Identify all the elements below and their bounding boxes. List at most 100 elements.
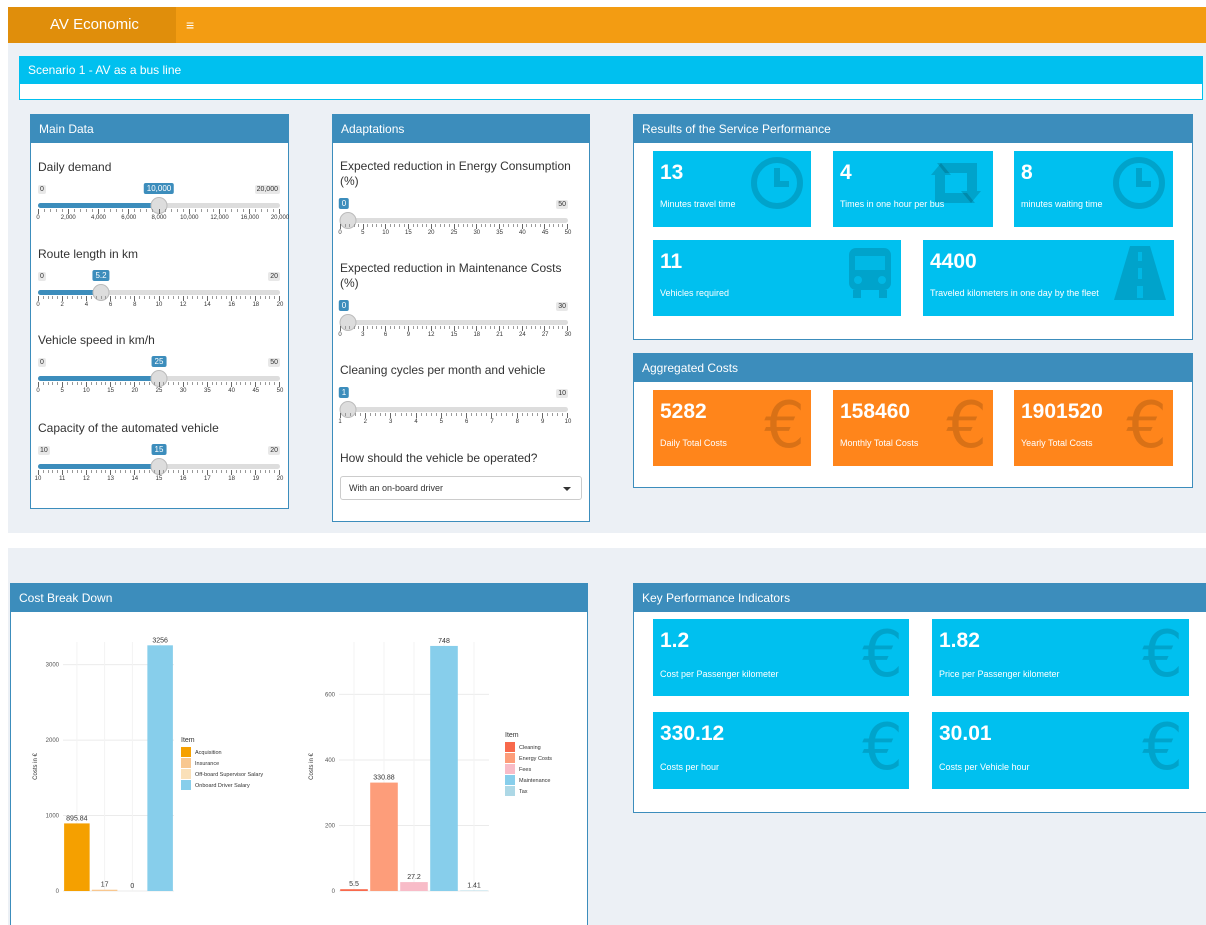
slider-tick <box>235 470 237 473</box>
slider[interactable]: 0 20,000 10,000 0 2,000 4,000 6,000 8,000 10,000… <box>36 183 289 245</box>
sidebar-toggle-button[interactable]: ≡ <box>186 7 210 43</box>
slider-tick <box>76 470 78 473</box>
slider-tick <box>182 296 184 301</box>
slider-track[interactable] <box>340 218 568 223</box>
slider-tick <box>100 296 102 299</box>
bar-data-label: 0 <box>130 883 134 890</box>
slider-tick <box>224 209 226 212</box>
slider-tick <box>168 296 170 299</box>
slider-tick <box>526 326 528 329</box>
slider-min-label: 0 <box>38 185 46 194</box>
slider-tick <box>426 326 428 329</box>
bar-data-label: 330.88 <box>373 775 395 782</box>
value-box-icon: € <box>862 716 903 780</box>
slider-tick <box>340 413 341 418</box>
slider-tick <box>158 209 160 214</box>
slider-tick <box>66 382 68 385</box>
legend-swatch <box>181 758 191 768</box>
slider-tick <box>71 382 73 385</box>
slider-tick <box>95 296 97 299</box>
road-icon <box>1114 246 1166 300</box>
slider-min-label: 10 <box>38 446 50 455</box>
slider[interactable]: 10 20 15 10 11 12 13 14 15 16 17 18 19 20 <box>35 444 283 506</box>
slider-tick <box>212 209 214 212</box>
value-box-number: 1.2 <box>660 629 690 652</box>
slider-tick <box>172 470 174 473</box>
slider-tick <box>176 209 178 212</box>
slider[interactable]: 0 50 25 0 5 10 15 20 25 30 35 40 45 50 <box>36 356 283 418</box>
slider-tick <box>158 470 160 475</box>
slider-tick-label: 30 <box>473 230 481 236</box>
main-data-box: Main Data Daily demand 0 20,000 10,000 0 2,00… <box>30 114 289 509</box>
slider-track[interactable] <box>38 290 280 295</box>
slider-tick <box>350 413 352 416</box>
cost-breakdown-charts: 0100020003000Costs in €895.8417 03256Item… <box>33 637 552 895</box>
slider-tick-label: 25 <box>450 230 458 236</box>
slider-tick <box>539 224 541 227</box>
slider-tick <box>440 413 442 418</box>
slider-tick-label: 16 <box>228 302 235 308</box>
slider-tick <box>152 209 154 212</box>
slider-tick-label: 40 <box>228 388 235 394</box>
slider-tick <box>435 224 437 227</box>
slider[interactable]: 10 1 1 2 3 4 5 6 7 8 9 10 <box>338 387 571 449</box>
slider-tick <box>192 470 194 473</box>
value-box: €1.82 Price per Passenger kilometer <box>932 619 1189 696</box>
legend-label: Maintenance <box>519 778 551 784</box>
slider-max-label: 20,000 <box>254 185 280 194</box>
slider-tick-label: 6,000 <box>121 215 137 221</box>
slider-tick <box>187 382 189 385</box>
slider-tick <box>367 326 369 329</box>
value-box-icon: € <box>862 623 903 687</box>
slider-tick <box>557 326 559 329</box>
slider-tick-label: 9 <box>540 419 545 425</box>
slider-tick <box>80 209 82 212</box>
slider-tick <box>172 296 174 299</box>
slider-tick-label: 5 <box>60 388 64 394</box>
slider-tick <box>494 326 496 329</box>
value-box: €30.01 Costs per Vehicle hour <box>932 712 1189 789</box>
chevron-down-icon <box>563 487 571 491</box>
slider-tick <box>187 296 189 299</box>
value-box-number: 330.12 <box>660 722 725 745</box>
slider-label: Expected reduction in Maintenance Costs … <box>340 261 562 290</box>
slider-track[interactable] <box>340 407 568 412</box>
slider-value-label: 5.2 <box>92 270 110 281</box>
bar-data-label: 17 <box>101 882 109 889</box>
slider-tick <box>512 224 514 227</box>
slider-tick <box>250 470 252 473</box>
slider[interactable]: 50 0 0 5 10 15 20 25 30 35 40 45 50 <box>338 198 571 260</box>
adaptations-box: Adaptations Expected reduction in Energy… <box>332 114 590 522</box>
slider-tick <box>562 224 564 227</box>
slider-tick <box>353 224 355 227</box>
slider-tick <box>211 470 213 473</box>
slider-tick-label: 11 <box>59 476 66 482</box>
slider-tick <box>260 209 262 212</box>
slider-tick <box>526 224 528 227</box>
slider-tick <box>430 413 432 416</box>
slider-tick <box>52 470 54 473</box>
slider-tick <box>44 209 46 212</box>
euro-icon: € <box>1142 712 1183 785</box>
slider-tick <box>92 209 94 212</box>
aggregated-costs-title: Aggregated Costs <box>634 354 1192 382</box>
operation-select[interactable]: With an on-board driver <box>340 476 582 500</box>
slider-tick <box>389 224 391 227</box>
slider-tick <box>471 326 473 329</box>
slider-tick <box>158 382 160 387</box>
slider-tick <box>52 296 54 299</box>
slider-track[interactable] <box>340 320 568 325</box>
app-title[interactable]: AV Economic <box>8 7 176 43</box>
value-box-icon: € <box>946 394 987 458</box>
slider-tick <box>340 326 341 331</box>
slider[interactable]: 0 20 5.2 0 2 4 6 8 10 12 14 16 18 20 <box>36 270 283 332</box>
slider-tick-label: 0 <box>36 388 40 394</box>
slider-tick <box>412 224 414 227</box>
slider-tick <box>134 296 136 301</box>
slider-fill <box>38 203 159 208</box>
slider-tick <box>516 413 518 418</box>
slider-max-label: 50 <box>268 358 280 367</box>
slider-tick <box>144 382 146 385</box>
slider-tick <box>182 209 184 212</box>
slider[interactable]: 30 0 0 3 6 9 12 15 18 21 24 27 30 <box>338 300 571 362</box>
